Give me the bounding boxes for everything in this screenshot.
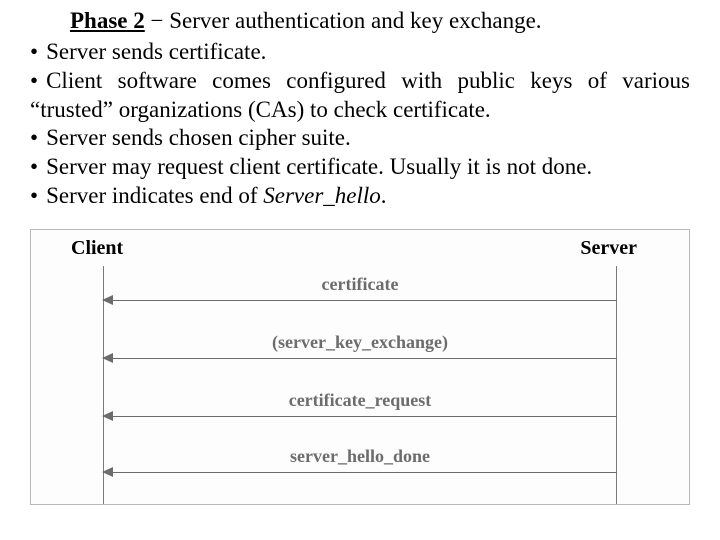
message-label: (server_key_exchange) bbox=[103, 332, 617, 353]
sequence-diagram: Client Server certificate (server_key_ex… bbox=[30, 229, 690, 505]
list-item: •Server may request client certificate. … bbox=[30, 153, 690, 182]
list-item: •Server sends certificate. bbox=[30, 38, 690, 67]
participants: Client Server bbox=[45, 238, 675, 266]
message-label: server_hello_done bbox=[103, 446, 617, 467]
bullet-marker: • bbox=[30, 124, 46, 153]
diagram-lanes: certificate (server_key_exchange) certif… bbox=[45, 266, 675, 504]
bullet-text-italic: Server_hello bbox=[263, 183, 381, 208]
bullet-text-prefix: Server indicates end of bbox=[46, 183, 263, 208]
message-label: certificate_request bbox=[103, 390, 617, 411]
bullet-text: Client software comes configured with pu… bbox=[30, 68, 690, 122]
lifeline-server bbox=[616, 266, 617, 504]
bullet-text-suffix: . bbox=[381, 183, 387, 208]
bullet-marker: • bbox=[30, 67, 46, 96]
arrow-left-icon bbox=[103, 472, 617, 473]
bullet-marker: • bbox=[30, 182, 46, 211]
bullet-list: •Server sends certificate. •Client softw… bbox=[30, 38, 690, 211]
list-item: •Client software comes configured with p… bbox=[30, 67, 690, 125]
bullet-marker: • bbox=[30, 38, 46, 67]
message-label: certificate bbox=[103, 274, 617, 295]
phase-heading: Phase 2 − Server authentication and key … bbox=[30, 8, 690, 34]
arrow-left-icon bbox=[103, 358, 617, 359]
participant-server: Server bbox=[580, 238, 637, 266]
phase-label: Phase 2 bbox=[70, 8, 145, 33]
participant-client: Client bbox=[71, 238, 123, 266]
bullet-text: Server sends certificate. bbox=[46, 39, 266, 64]
arrow-left-icon bbox=[103, 416, 617, 417]
phase-dash: − bbox=[145, 8, 169, 33]
list-item: •Server sends chosen cipher suite. bbox=[30, 124, 690, 153]
list-item: •Server indicates end of Server_hello. bbox=[30, 182, 690, 211]
bullet-text: Server may request client certificate. U… bbox=[46, 154, 592, 179]
phase-title: Server authentication and key exchange. bbox=[169, 8, 541, 33]
arrow-left-icon bbox=[103, 300, 617, 301]
bullet-marker: • bbox=[30, 153, 46, 182]
bullet-text: Server sends chosen cipher suite. bbox=[46, 125, 351, 150]
